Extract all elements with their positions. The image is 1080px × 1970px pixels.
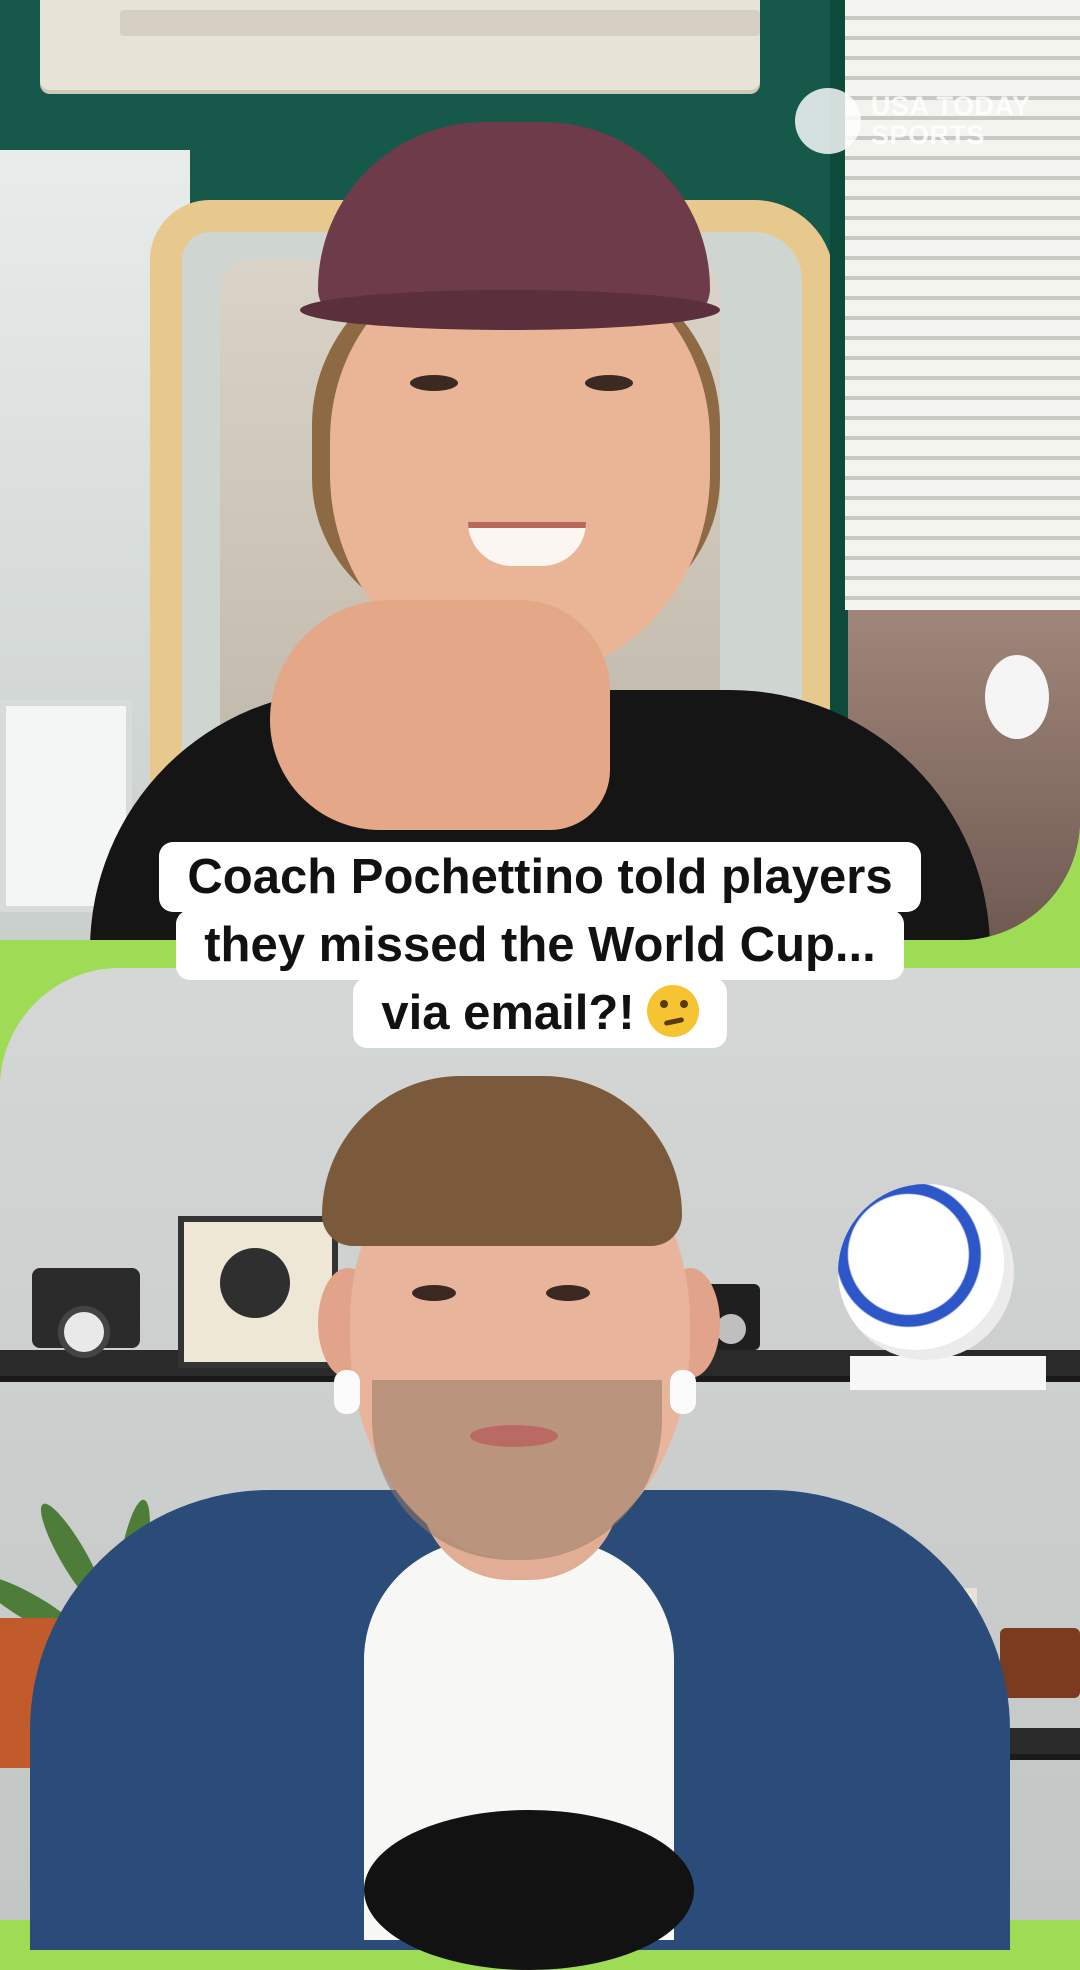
usa-today-sports-logo: USA TODAY SPORTS [795,88,1055,156]
earbud-icon [334,1370,360,1414]
caption-text-2: they missed the World Cup... [176,910,904,980]
top-video-feed: USA TODAY SPORTS [0,0,1080,940]
left-eye [412,1285,456,1301]
caption-line-1: Coach Pochettino told players [0,842,1080,912]
cap-brim [300,290,720,330]
logo-circle-icon [795,88,861,154]
microphone-windscreen [364,1810,694,1970]
right-eye [546,1285,590,1301]
logo-line-1: USA TODAY [871,91,1031,121]
caption-line-2: they missed the World Cup... [0,910,1080,980]
artwork-soccer-ball [220,1248,290,1318]
thinking-face-icon [646,985,699,1037]
camera-lens [58,1306,110,1358]
speaker-cone [716,1314,746,1344]
caption-text-1: Coach Pochettino told players [159,842,921,912]
leather-camera [1000,1628,1080,1698]
ball-stand [850,1356,1046,1390]
right-eye [585,375,633,391]
soccer-ball [838,1184,1014,1360]
caption-text-3: via email?! [353,978,727,1048]
caption-line-3: via email?! [0,978,1080,1048]
caption-text-3-label: via email?! [381,986,635,1040]
hand-on-chin [270,600,610,830]
mouth [470,1425,558,1447]
earbud-icon [670,1370,696,1414]
caption: Coach Pochettino told players they misse… [0,842,1080,1048]
logo-line-2: SPORTS [871,120,986,150]
left-eye [410,375,458,391]
logo-wordmark: USA TODAY SPORTS [871,92,1031,150]
